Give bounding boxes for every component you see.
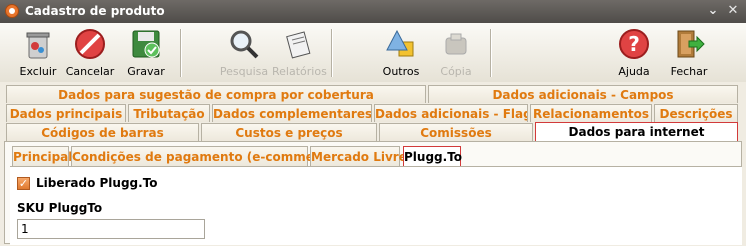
report-icon [286, 31, 311, 59]
app-logo-icon [5, 4, 19, 18]
help-icon: ? [619, 29, 649, 59]
exit-door-icon [677, 30, 705, 58]
pesquisa-button[interactable]: Pesquisa [218, 25, 270, 80]
title-bar: Cadastro de produto ⌄ ✕ [0, 0, 746, 23]
svg-text:?: ? [628, 32, 640, 56]
subtab-principal[interactable]: Principal [12, 146, 72, 166]
toolbar: Excluir Cancelar Gravar Pesquisa Relatór… [0, 23, 746, 83]
cancelar-button[interactable]: Cancelar [64, 25, 116, 80]
subtab-plugg-to[interactable]: Plugg.To [403, 146, 462, 167]
toolbar-separator [180, 29, 182, 77]
liberado-plugg-to-label: Liberado Plugg.To [36, 176, 158, 190]
trash-icon [26, 32, 50, 59]
sku-pluggto-label: SKU PluggTo [17, 201, 103, 215]
toolbar-separator [490, 29, 492, 77]
fechar-label: Fechar [670, 65, 708, 78]
cancel-icon [75, 29, 105, 59]
liberado-plugg-to-checkbox[interactable]: ✓ [17, 177, 30, 190]
copia-label: Cópia [440, 65, 472, 78]
main-tabs: Dados para sugestão de compra por cobert… [0, 82, 746, 142]
excluir-button[interactable]: Excluir [12, 25, 64, 80]
tab-dados-adicionais-campos[interactable]: Dados adicionais - Campos [428, 85, 738, 103]
subtab-mercado-livre[interactable]: Mercado Livre [310, 146, 407, 166]
tab-dados-para-internet[interactable]: Dados para internet [535, 122, 738, 142]
tab-custos-e-precos[interactable]: Custos e preços [201, 123, 377, 141]
outros-label: Outros [382, 65, 420, 78]
tab-dados-adicionais-flags[interactable]: Dados adicionais - Flags [374, 104, 528, 122]
ajuda-button[interactable]: ? Ajuda [608, 25, 660, 80]
cancelar-label: Cancelar [65, 65, 115, 78]
excluir-label: Excluir [19, 65, 57, 78]
tab-codigos-de-barras[interactable]: Códigos de barras [6, 123, 199, 141]
tab-dados-complementares[interactable]: Dados complementares [212, 104, 372, 122]
subtab-condicoes-pagamento[interactable]: Condições de pagamento (e-commerce) [71, 146, 341, 166]
copy-icon [445, 33, 467, 55]
relatorios-button[interactable]: Relatórios [272, 25, 327, 80]
window-title: Cadastro de produto [25, 4, 165, 18]
shapes-icon [386, 29, 414, 57]
tab-dados-principais[interactable]: Dados principais [6, 104, 126, 122]
fechar-button[interactable]: Fechar [663, 25, 715, 80]
relatorios-label: Relatórios [272, 65, 327, 78]
toolbar-separator [331, 29, 333, 77]
search-icon [230, 30, 259, 59]
ajuda-label: Ajuda [618, 65, 650, 78]
tab-dados-sugestao-compra[interactable]: Dados para sugestão de compra por cobert… [6, 85, 426, 103]
minimize-button[interactable]: ⌄ [705, 3, 721, 19]
tab-relacionamentos[interactable]: Relacionamentos [530, 104, 652, 122]
close-window-button[interactable]: ✕ [725, 3, 741, 19]
save-icon [132, 30, 160, 58]
tab-comissoes[interactable]: Comissões [379, 123, 533, 141]
gravar-button[interactable]: Gravar [120, 25, 172, 80]
sku-pluggto-input[interactable]: 1 [17, 219, 205, 239]
tab-descricoes[interactable]: Descrições [654, 104, 738, 122]
outros-button[interactable]: Outros [375, 25, 427, 80]
tab-tributacao[interactable]: Tributação [128, 104, 210, 122]
pesquisa-label: Pesquisa [219, 65, 269, 78]
copia-button[interactable]: Cópia [430, 25, 482, 80]
gravar-label: Gravar [127, 65, 165, 78]
